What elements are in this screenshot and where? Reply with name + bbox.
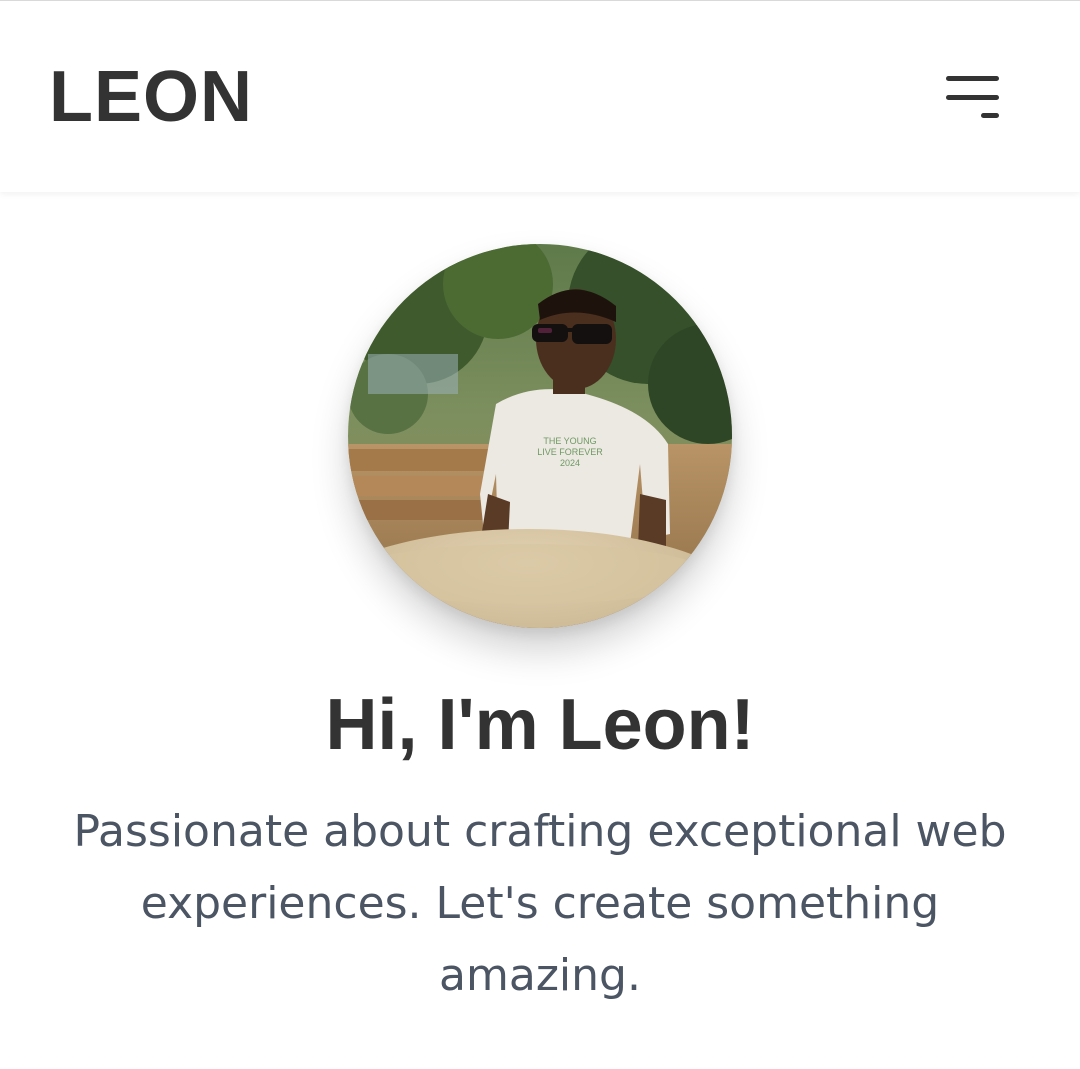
hamburger-menu-icon (946, 76, 999, 81)
hamburger-menu-icon-line (981, 113, 999, 118)
profile-photo: THE YOUNG LIVE FOREVER 2024 (348, 244, 732, 628)
site-header: LEON (0, 0, 1080, 192)
shirt-text-line3: 2024 (560, 458, 580, 468)
hamburger-menu-icon-line (946, 95, 999, 100)
site-logo[interactable]: LEON (49, 57, 253, 137)
shirt-text-line1: THE YOUNG (543, 436, 596, 446)
avatar: THE YOUNG LIVE FOREVER 2024 (348, 244, 732, 628)
menu-button[interactable] (938, 67, 1008, 127)
page: LEON THE YOUNG LIVE FOREVER 2024 Hi, I'm… (0, 0, 1080, 1069)
hero-description: Passionate about crafting exceptional we… (73, 806, 1007, 1001)
shirt-text-line2: LIVE FOREVER (537, 447, 603, 457)
hero-title: Hi, I'm Leon! (325, 685, 755, 765)
